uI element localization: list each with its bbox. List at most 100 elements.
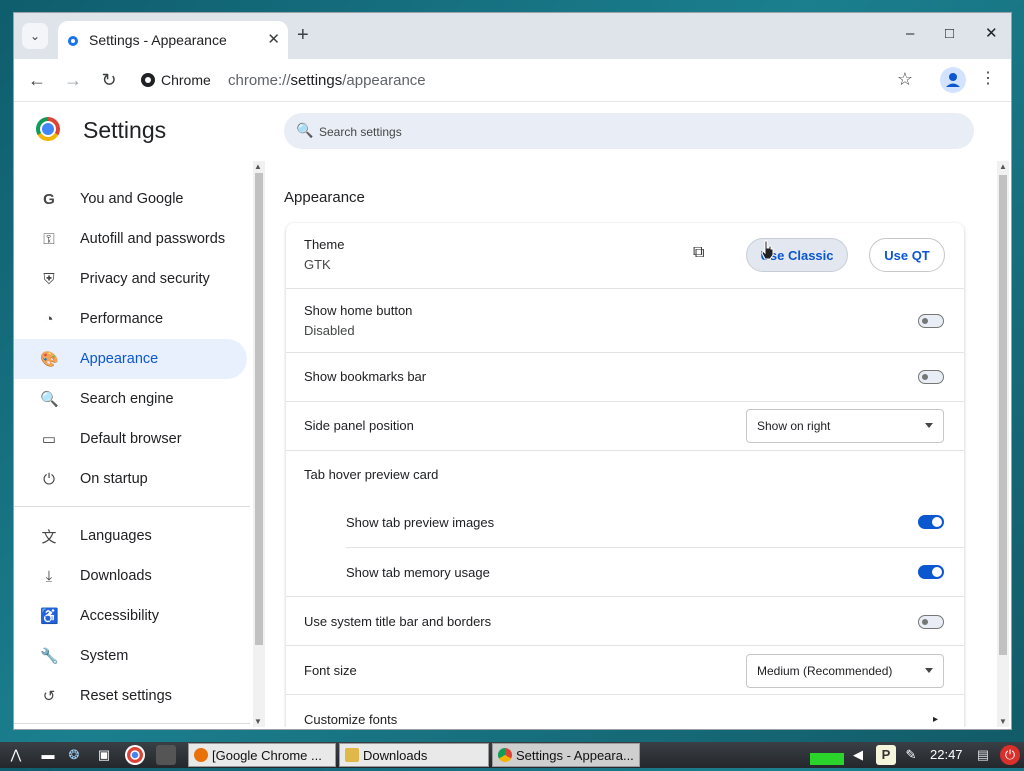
main-scrollbar[interactable]: ▲ ▼ <box>997 161 1009 727</box>
tab-preview-images-toggle[interactable] <box>918 515 944 529</box>
profile-avatar[interactable] <box>940 67 966 93</box>
sidebar-scrollbar-thumb[interactable] <box>255 173 263 645</box>
page-title: Settings <box>83 117 167 143</box>
tab-search-button[interactable]: ⌄ <box>22 23 48 49</box>
scroll-up-icon[interactable]: ▲ <box>254 162 262 171</box>
sidebar-divider <box>14 506 250 507</box>
clipboard-tray-icon[interactable]: P <box>876 745 896 765</box>
theme-label: Theme <box>304 237 345 252</box>
taskbar: ⋀ ▬ ❂ ▣ [Google Chrome ... Downloads Set… <box>0 742 1024 768</box>
main-scrollbar-thumb[interactable] <box>999 175 1007 655</box>
taskbar-task-settings[interactable]: Settings - Appeara... <box>492 743 640 767</box>
open-in-new-icon[interactable]: ⧉ <box>693 244 704 262</box>
sidebar-item-label: Reset settings <box>80 688 172 704</box>
translate-icon: 文 <box>41 528 57 546</box>
search-input[interactable] <box>317 113 921 151</box>
network-tray-icon[interactable]: ✎ <box>901 745 921 765</box>
sidebar-item-reset-settings[interactable]: ↺ Reset settings <box>14 676 247 716</box>
tab-memory-usage-toggle[interactable] <box>918 565 944 579</box>
home-button-toggle[interactable] <box>918 314 944 328</box>
sidebar-item-search-engine[interactable]: 🔍 Search engine <box>14 379 247 419</box>
chrome-launcher-icon[interactable] <box>125 745 145 765</box>
tab-close-icon[interactable]: ✕ <box>267 30 280 48</box>
search-icon: 🔍 <box>296 122 314 138</box>
person-icon <box>946 73 960 87</box>
sidebar-item-autofill[interactable]: ⚿ Autofill and passwords <box>14 219 247 259</box>
search-icon: 🔍 <box>40 391 59 408</box>
dropdown-caret-icon <box>925 668 933 673</box>
site-chip[interactable]: Chrome <box>141 68 211 92</box>
taskbar-task-label: Settings - Appeara... <box>516 747 634 763</box>
customize-fonts-row[interactable]: Customize fonts ▸ <box>286 694 964 727</box>
volume-icon[interactable]: ◀ <box>848 745 868 765</box>
sidebar-item-label: Downloads <box>80 568 152 584</box>
address-bar[interactable]: Chrome chrome://settings/appearance ☆ <box>135 64 913 96</box>
use-qt-button[interactable]: Use QT <box>869 238 945 272</box>
sidebar-item-default-browser[interactable]: ▭ Default browser <box>14 419 247 459</box>
sidebar-item-label: System <box>80 648 129 664</box>
maximize-button[interactable]: □ <box>945 26 954 42</box>
network-icon[interactable]: ❂ <box>64 745 84 765</box>
url-text: chrome://settings/appearance <box>228 72 426 89</box>
taskbar-task-downloads[interactable]: Downloads <box>339 743 489 767</box>
sidebar-item-languages[interactable]: 文 Languages <box>14 516 247 556</box>
sidebar-item-appearance[interactable]: 🎨 Appearance <box>14 339 247 379</box>
section-title: Appearance <box>284 189 365 206</box>
taskbar-task-chrome[interactable]: [Google Chrome ... <box>188 743 336 767</box>
sidebar-item-label: Privacy and security <box>80 271 210 287</box>
sidebar-item-label: Performance <box>80 311 164 327</box>
reload-button[interactable]: ↻ <box>97 68 121 92</box>
font-size-label: Font size <box>304 663 357 678</box>
sidebar-item-label: You and Google <box>80 191 184 207</box>
terminal-icon[interactable]: ▣ <box>94 745 114 765</box>
bookmark-star-icon[interactable]: ☆ <box>897 69 913 90</box>
tab-preview-images-row[interactable]: Show tab preview images <box>346 498 964 547</box>
screen-tray-icon[interactable]: ▤ <box>973 745 993 765</box>
scroll-down-icon[interactable]: ▼ <box>254 717 262 726</box>
home-button-status: Disabled <box>304 323 355 338</box>
system-title-bar-toggle[interactable] <box>918 615 944 629</box>
start-menu-icon[interactable]: ⋀ <box>6 745 26 765</box>
sidebar-item-you-and-google[interactable]: G You and Google <box>14 179 247 219</box>
power-button-icon[interactable]: ⏻ <box>1000 745 1020 765</box>
font-size-select[interactable]: Medium (Recommended) <box>746 654 944 688</box>
tab-settings-appearance[interactable]: Settings - Appearance ✕ <box>58 21 288 59</box>
scroll-up-icon[interactable]: ▲ <box>999 162 1007 171</box>
sidebar-scrollbar[interactable]: ▲ ▼ <box>253 161 265 727</box>
minimize-button[interactable]: – <box>906 26 914 42</box>
bookmarks-bar-label: Show bookmarks bar <box>304 369 427 384</box>
forward-button[interactable]: → <box>61 68 85 92</box>
side-panel-row: Side panel position Show on right <box>286 401 964 451</box>
sidebar-item-label: Autofill and passwords <box>80 231 226 247</box>
side-panel-label: Side panel position <box>304 418 414 433</box>
wrench-icon: 🔧 <box>40 648 59 665</box>
tab-strip: ⌄ Settings - Appearance ✕ + – □ ✕ <box>14 13 1011 59</box>
home-button-row[interactable]: Show home button Disabled <box>286 288 964 353</box>
sidebar-item-downloads[interactable]: ⤓ Downloads <box>14 556 247 596</box>
tab-memory-usage-row[interactable]: Show tab memory usage <box>346 547 964 597</box>
bookmarks-bar-toggle[interactable] <box>918 370 944 384</box>
close-window-button[interactable]: ✕ <box>985 26 998 42</box>
sidebar-item-privacy[interactable]: ⛨ Privacy and security <box>14 259 247 299</box>
sidebar-item-accessibility[interactable]: ♿ Accessibility <box>14 596 247 636</box>
side-panel-value: Show on right <box>757 419 831 433</box>
settings-search[interactable]: 🔍 <box>284 113 974 151</box>
bookmarks-bar-row[interactable]: Show bookmarks bar <box>286 352 964 402</box>
back-button[interactable]: ← <box>25 68 49 92</box>
settings-main: Appearance Theme GTK ⧉ Use Classic Use Q… <box>284 161 995 727</box>
sidebar-item-system[interactable]: 🔧 System <box>14 636 247 676</box>
site-chip-label: Chrome <box>161 72 211 88</box>
sidebar-item-label: Appearance <box>80 351 159 367</box>
side-panel-select[interactable]: Show on right <box>746 409 944 443</box>
new-tab-button[interactable]: + <box>297 25 309 45</box>
tab-hover-label: Tab hover preview card <box>304 467 439 482</box>
browser-toolbar: ← → ↻ Chrome chrome://settings/appearanc… <box>14 59 1011 102</box>
system-title-bar-row[interactable]: Use system title bar and borders <box>286 596 964 646</box>
sidebar-item-performance[interactable]: ◔ Performance <box>14 299 247 339</box>
taskbar-clock: 22:47 <box>930 747 963 762</box>
blank-launcher-icon[interactable] <box>156 745 176 765</box>
browser-menu-icon[interactable]: ⋮ <box>980 70 996 88</box>
scroll-down-icon[interactable]: ▼ <box>999 717 1007 726</box>
sidebar-item-on-startup[interactable]: ⏻ On startup <box>14 459 247 499</box>
show-desktop-icon[interactable]: ▬ <box>38 745 58 765</box>
